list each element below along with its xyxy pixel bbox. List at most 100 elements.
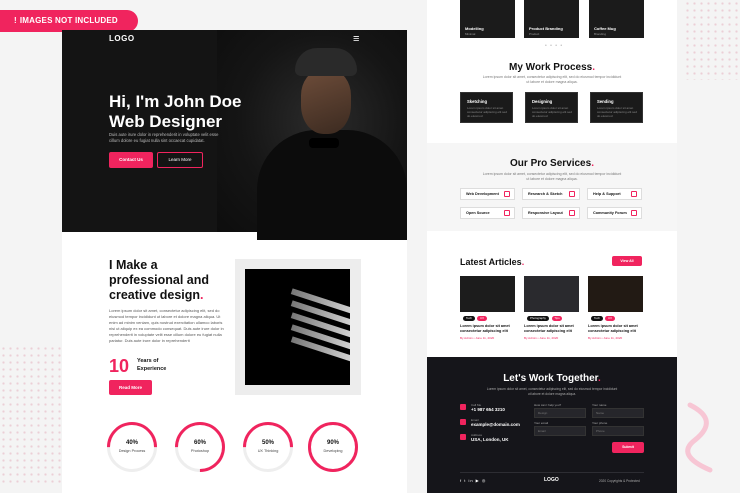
phone-value[interactable]: +1 987 654 3210 (471, 407, 505, 412)
decorative-dots (0, 345, 62, 485)
service-community-forum[interactable]: Community Forum (587, 207, 642, 219)
service-help-support[interactable]: Help & Support (587, 188, 642, 200)
portfolio-item[interactable]: Coffee Mug Branding (589, 0, 644, 38)
about-title-line3: creative design (109, 288, 234, 303)
article-tag[interactable]: UX (605, 316, 615, 321)
portfolio-sub: Branding (594, 32, 607, 36)
step-desc: Lorem ipsum dolor sit amet consectetur a… (597, 106, 638, 118)
service-web-development[interactable]: Web Development (460, 188, 515, 200)
about-title-line1: I Make a (109, 258, 158, 272)
hero-section: LOGO ≡ Hi, I'm John Doe Web Designer Dui… (62, 30, 407, 240)
services-title: Our Pro Services (427, 158, 677, 169)
article-tag[interactable]: UX (477, 316, 487, 321)
service-label: Web Development (466, 192, 499, 196)
email-icon (460, 419, 466, 425)
banner-text: IMAGES NOT INCLUDED (19, 16, 118, 25)
view-all-button[interactable]: View All (612, 256, 642, 266)
skill-ring-progress (232, 411, 304, 483)
article-meta: By Admin • June 11, 2020 (524, 336, 559, 340)
skill-ring: 60% Photoshop (164, 411, 236, 483)
service-label: Responsive Layout (528, 211, 563, 215)
email-field[interactable]: Email (534, 426, 586, 436)
footer-logo[interactable]: LOGO (544, 477, 559, 483)
person-cap (295, 48, 357, 76)
code-icon (504, 191, 510, 197)
form-label: Your email (534, 421, 549, 425)
skill-label: UX Thinking (257, 449, 279, 453)
right-page: Modelling Minimal Product Branding Produ… (427, 0, 677, 493)
article-tag[interactable]: Tips (552, 316, 562, 321)
contact-button[interactable]: Contact Us (109, 152, 153, 168)
hero-title: Hi, I'm John Doe Web Designer (109, 92, 309, 132)
article-tag[interactable]: Tech (591, 316, 603, 321)
about-description: Lorem ipsum dolor sit amet, consectetur … (109, 308, 224, 343)
carousel-dots[interactable]: • • • • (545, 43, 563, 49)
submit-button[interactable]: Submit (612, 442, 644, 453)
hero-title-line2: Web Designer (109, 112, 223, 131)
skill-ring: 90% Developing (297, 411, 369, 483)
forum-icon (631, 210, 637, 216)
bow-tie (309, 138, 339, 148)
contact-title: Let's Work Together (427, 373, 677, 384)
sketch-icon (569, 191, 575, 197)
skill-ring: 40% Design Process (96, 411, 168, 483)
service-research-sketch[interactable]: Research & Sketch (522, 188, 580, 200)
article-title[interactable]: Lorem ipsum dolor sit amet consectetur a… (460, 324, 520, 334)
service-open-source[interactable]: Open Source (460, 207, 515, 219)
process-step: Sending Lorem ipsum dolor sit amet conse… (590, 92, 643, 123)
left-page: LOGO ≡ Hi, I'm John Doe Web Designer Dui… (62, 30, 407, 493)
article-meta: By Admin • June 11, 2020 (460, 336, 495, 340)
step-name: Designing (532, 99, 553, 104)
portfolio-title: Modelling (465, 26, 484, 31)
article-tag[interactable]: Tech (463, 316, 475, 321)
skill-ring-progress (297, 411, 369, 483)
read-more-button[interactable]: Read More (109, 380, 152, 395)
article-tag[interactable]: Photography (527, 316, 549, 321)
skill-value: 90% (326, 440, 339, 446)
email-value[interactable]: example@domain.com (471, 422, 520, 427)
portfolio-item[interactable]: Modelling Minimal (460, 0, 515, 38)
form-label: How can I help you? (534, 403, 562, 407)
social-icons[interactable]: f t in ▶ ◎ (460, 478, 486, 483)
phone-field[interactable]: Phone (592, 426, 644, 436)
footer-divider (460, 472, 644, 473)
images-not-included-banner: ! IMAGES NOT INCLUDED (0, 10, 138, 32)
about-title-line2: professional and (109, 273, 210, 287)
support-icon (631, 191, 637, 197)
service-label: Help & Support (593, 192, 621, 196)
decorative-wave (685, 402, 713, 473)
hamburger-icon[interactable]: ≡ (353, 34, 359, 45)
phone-icon (460, 404, 466, 410)
portfolio-item[interactable]: Product Branding Product (524, 0, 579, 38)
portfolio-title: Product Branding (529, 26, 563, 31)
service-responsive-layout[interactable]: Responsive Layout (522, 207, 580, 219)
skill-value: 50% (261, 440, 274, 446)
skill-label: Design Process (118, 449, 146, 453)
form-label: Your name (592, 403, 607, 407)
process-subtitle: Lorem ipsum dolor sit amet, consectetur … (482, 75, 622, 84)
article-image[interactable] (460, 276, 515, 312)
skill-label: Photoshop (190, 449, 210, 453)
service-label: Community Forum (593, 211, 627, 215)
skill-value: 60% (193, 440, 206, 446)
portfolio-title: Coffee Mug (594, 26, 616, 31)
article-title[interactable]: Lorem ipsum dolor sit amet consectetur a… (588, 324, 648, 334)
learn-more-button[interactable]: Learn More (157, 152, 203, 168)
layout-icon (569, 210, 575, 216)
logo[interactable]: LOGO (109, 34, 135, 43)
skill-value: 40% (125, 440, 138, 446)
article-image[interactable] (524, 276, 579, 312)
contact-subtitle: Lorem ipsum dolor sit amet, consectetur … (486, 387, 618, 396)
years-label: Years of Experience (137, 358, 167, 372)
source-icon (504, 210, 510, 216)
skill-ring: 50% UX Thinking (232, 411, 304, 483)
help-select[interactable]: Design (534, 408, 586, 418)
article-title[interactable]: Lorem ipsum dolor sit amet consectetur a… (524, 324, 584, 334)
portfolio-sub: Minimal (465, 32, 476, 36)
address-value: USA, London, UK (471, 437, 509, 442)
name-field[interactable]: Name (592, 408, 644, 418)
skill-ring-progress (96, 411, 168, 483)
article-image[interactable] (588, 276, 643, 312)
skill-label: Developing (323, 449, 343, 453)
step-desc: Lorem ipsum dolor sit amet consectetur a… (467, 106, 508, 118)
